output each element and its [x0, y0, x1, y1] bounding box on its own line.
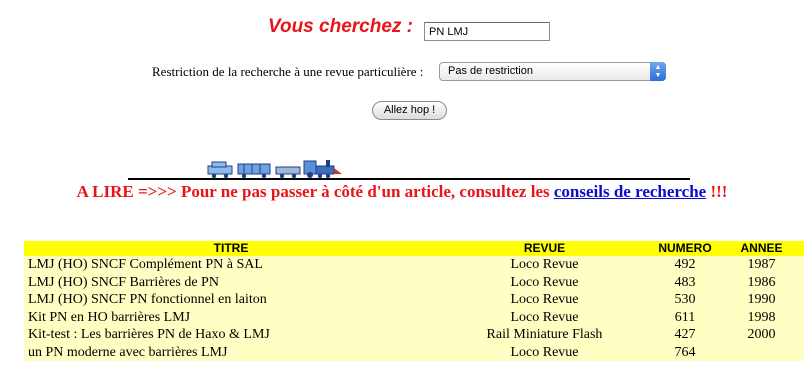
column-header-titre: TITRE [24, 241, 438, 256]
cell-annee: 2000 [719, 326, 804, 344]
cell-revue: Loco Revue [438, 256, 651, 274]
cell-annee: 1987 [719, 256, 804, 274]
search-input[interactable] [424, 22, 550, 41]
table-header-row: TITRE REVUE NUMERO ANNEE [24, 241, 804, 256]
cell-revue: Loco Revue [438, 273, 651, 291]
cell-titre: Kit-test : Les barrières PN de Haxo & LM… [24, 326, 438, 344]
table-row: Kit-test : Les barrières PN de Haxo & LM… [24, 326, 804, 344]
column-header-revue: REVUE [438, 241, 651, 256]
cell-revue: Rail Miniature Flash [438, 326, 651, 344]
cell-annee: 1998 [719, 308, 804, 326]
cell-titre: un PN moderne avec barrières LMJ [24, 343, 438, 361]
cell-titre: Kit PN en HO barrières LMJ [24, 308, 438, 326]
table-row: LMJ (HO) SNCF Barrières de PN Loco Revue… [24, 273, 804, 291]
submit-button[interactable]: Allez hop ! [372, 101, 447, 120]
cell-numero: 427 [651, 326, 719, 344]
track-line [128, 178, 690, 180]
cell-titre: LMJ (HO) SNCF Barrières de PN [24, 273, 438, 291]
cell-titre: LMJ (HO) SNCF Complément PN à SAL [24, 256, 438, 274]
cell-numero: 492 [651, 256, 719, 274]
search-tips-link[interactable]: conseils de recherche [554, 182, 706, 201]
cell-numero: 764 [651, 343, 719, 361]
restriction-label: Restriction de la recherche à une revue … [152, 64, 424, 79]
journal-select[interactable]: Pas de restriction ▲ ▼ [439, 62, 666, 81]
cell-annee: 1990 [719, 291, 804, 309]
cell-numero: 611 [651, 308, 719, 326]
reading-notice: A LIRE =>>> Pour ne pas passer à côté d'… [0, 182, 804, 202]
notice-suffix: !!! [706, 182, 728, 201]
table-row: LMJ (HO) SNCF PN fonctionnel en laiton L… [24, 291, 804, 309]
results-table: TITRE REVUE NUMERO ANNEE LMJ (HO) SNCF C… [24, 241, 804, 361]
column-header-numero: NUMERO [651, 241, 719, 256]
cell-annee: 1986 [719, 273, 804, 291]
search-title: Vous cherchez : [268, 16, 414, 37]
table-row: un PN moderne avec barrières LMJ Loco Re… [24, 343, 804, 361]
table-row: LMJ (HO) SNCF Complément PN à SAL Loco R… [24, 256, 804, 274]
notice-text: A LIRE =>>> Pour ne pas passer à côté d'… [76, 182, 554, 201]
cell-annee [719, 343, 804, 361]
journal-select-value: Pas de restriction [448, 65, 533, 77]
train-icon [207, 160, 342, 179]
cell-revue: Loco Revue [438, 291, 651, 309]
chevron-updown-icon: ▲ ▼ [650, 62, 666, 81]
cell-numero: 530 [651, 291, 719, 309]
column-header-annee: ANNEE [719, 241, 804, 256]
cell-titre: LMJ (HO) SNCF PN fonctionnel en laiton [24, 291, 438, 309]
cell-revue: Loco Revue [438, 343, 651, 361]
table-row: Kit PN en HO barrières LMJ Loco Revue 61… [24, 308, 804, 326]
cell-numero: 483 [651, 273, 719, 291]
search-row: Vous cherchez : [0, 16, 804, 46]
cell-revue: Loco Revue [438, 308, 651, 326]
